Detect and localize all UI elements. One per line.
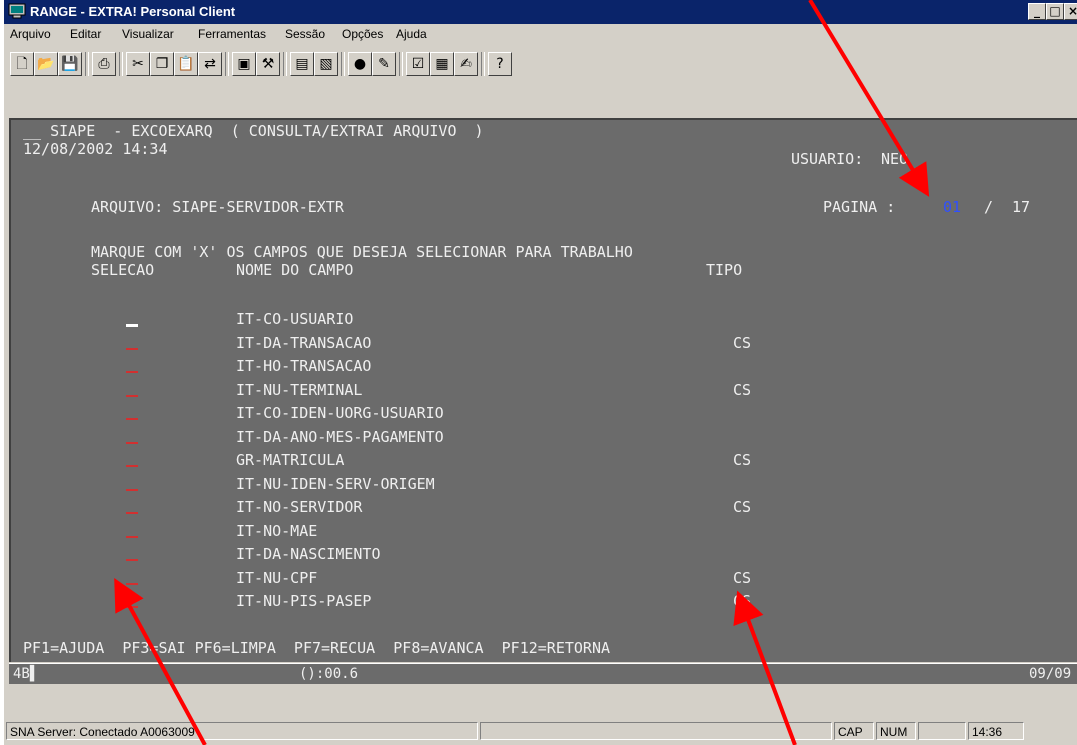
- field-name: IT-HO-TRANSACAO: [236, 357, 372, 375]
- pagina-separator: /: [984, 198, 994, 216]
- emulator-window: RANGE - EXTRA! Personal Client _ □ × Arq…: [4, 0, 1077, 745]
- pagina-total: 17: [1012, 198, 1031, 216]
- signature-icon[interactable]: ✍: [454, 52, 478, 76]
- field-name: IT-NU-PIS-PASEP: [236, 592, 372, 610]
- column-selecao: SELECAO: [91, 261, 155, 279]
- menu-visualizar[interactable]: Visualizar: [122, 27, 174, 41]
- status-panel-empty: [918, 722, 966, 740]
- selection-field[interactable]: [126, 559, 138, 561]
- cap-indicator: CAP: [834, 722, 874, 740]
- transfer-icon[interactable]: ⇄: [198, 52, 222, 76]
- field-name: GR-MATRICULA: [236, 451, 345, 469]
- menu-arquivo[interactable]: Arquivo: [10, 27, 51, 41]
- menu-ferramentas[interactable]: Ferramentas: [198, 27, 266, 41]
- cut-icon[interactable]: ✂: [126, 52, 150, 76]
- selection-field[interactable]: [126, 535, 138, 538]
- folder-tools-icon[interactable]: ▣: [232, 52, 256, 76]
- document-icon[interactable]: ▧: [314, 52, 338, 76]
- field-name: IT-NU-TERMINAL: [236, 380, 363, 399]
- open-folder-icon[interactable]: 📂: [34, 52, 58, 76]
- oia-line: 4B▌ ():00.6 09/09: [9, 663, 1077, 684]
- column-tipo: TIPO: [706, 261, 743, 279]
- menu-editar[interactable]: Editar: [70, 27, 101, 41]
- toolbar-separator: [481, 52, 485, 76]
- form-icon[interactable]: ☑: [406, 52, 430, 76]
- function-keys: PF1=AJUDA PF3=SAI PF6=LIMPA PF7=RECUA PF…: [23, 639, 610, 657]
- usuario-value: NEO: [881, 150, 909, 168]
- close-icon[interactable]: ×: [1064, 3, 1077, 20]
- screen-header: __ SIAPE - EXCOEXARQ ( CONSULTA/EXTRAI A…: [23, 122, 484, 140]
- title-bar[interactable]: RANGE - EXTRA! Personal Client _ □ ×: [4, 0, 1077, 24]
- field-name: IT-NO-SERVIDOR: [236, 498, 363, 516]
- oia-cursor-position: 09/09: [1029, 666, 1072, 682]
- field-tipo: CS: [733, 380, 752, 399]
- num-indicator: NUM: [876, 722, 916, 740]
- toolbar-separator: [283, 52, 287, 76]
- selection-field[interactable]: [126, 488, 138, 491]
- selection-field[interactable]: [126, 324, 138, 327]
- toolbar: 🗋 📂 💾 ⎙ ✂ ❐ 📋 ⇄ ▣ ⚒ ▤ ▧ ● ✎ ☑ ▦ ✍ ?: [8, 46, 1077, 88]
- record-icon[interactable]: ●: [348, 52, 372, 76]
- help-pointer-icon[interactable]: ?: [488, 52, 512, 76]
- new-file-icon[interactable]: 🗋: [10, 52, 34, 76]
- copy-icon[interactable]: ❐: [150, 52, 174, 76]
- usuario-label: USUARIO:: [791, 150, 864, 168]
- selection-field[interactable]: [126, 512, 138, 514]
- field-name: IT-CO-USUARIO: [236, 310, 354, 328]
- connection-status: SNA Server: Conectado A0063009: [6, 722, 478, 740]
- app-icon: [8, 3, 26, 19]
- maximize-icon[interactable]: □: [1046, 3, 1064, 20]
- pagina-current[interactable]: 01: [943, 198, 961, 216]
- selection-field[interactable]: [126, 606, 138, 608]
- instruction-text: MARQUE COM 'X' OS CAMPOS QUE DESEJA SELE…: [91, 243, 633, 261]
- selection-field[interactable]: [126, 371, 138, 373]
- field-name: IT-CO-IDEN-UORG-USUARIO: [236, 404, 444, 422]
- terminal-screen[interactable]: __ SIAPE - EXCOEXARQ ( CONSULTA/EXTRAI A…: [9, 118, 1077, 662]
- field-tipo: CS: [733, 568, 752, 587]
- menu-sessao[interactable]: Sessão: [285, 27, 325, 41]
- field-name: IT-DA-ANO-MES-PAGAMENTO: [236, 427, 444, 446]
- print-icon[interactable]: ⎙: [92, 52, 116, 76]
- pagina-label: PAGINA :: [823, 198, 896, 216]
- toolbar-separator: [85, 52, 89, 76]
- arquivo-line: ARQUIVO: SIAPE-SERVIDOR-EXTR: [91, 198, 344, 216]
- tools-icon[interactable]: ⚒: [256, 52, 280, 76]
- field-name: IT-NU-CPF: [236, 568, 318, 587]
- selection-field[interactable]: [126, 418, 138, 420]
- selection-field[interactable]: [126, 441, 138, 444]
- field-name: IT-NU-IDEN-SERV-ORIGEM: [236, 474, 435, 493]
- field-name: IT-DA-NASCIMENTO: [236, 545, 381, 563]
- field-name: IT-DA-TRANSACAO: [236, 333, 372, 352]
- clock: 14:36: [968, 722, 1024, 740]
- menu-opcoes[interactable]: Opções: [342, 27, 383, 41]
- column-nome-do-campo: NOME DO CAMPO: [236, 261, 354, 279]
- oia-left: 4B▌: [13, 666, 39, 682]
- toolbar-separator: [225, 52, 229, 76]
- menu-ajuda[interactable]: Ajuda: [396, 27, 427, 41]
- oia-middle: ():00.6: [299, 666, 359, 682]
- paste-icon[interactable]: 📋: [174, 52, 198, 76]
- window-title: RANGE - EXTRA! Personal Client: [30, 4, 236, 19]
- toolbar-separator: [119, 52, 123, 76]
- macro-icon[interactable]: ✎: [372, 52, 396, 76]
- toolbar-separator: [399, 52, 403, 76]
- field-tipo: CS: [733, 592, 752, 610]
- status-bar: SNA Server: Conectado A0063009 CAP NUM 1…: [4, 719, 1077, 745]
- toolbar-separator: [341, 52, 345, 76]
- field-tipo: CS: [733, 498, 752, 516]
- screen-icon[interactable]: ▤: [290, 52, 314, 76]
- selection-field[interactable]: [126, 582, 138, 585]
- form-edit-icon[interactable]: ▦: [430, 52, 454, 76]
- screen-datetime: 12/08/2002 14:34: [23, 140, 168, 158]
- selection-field[interactable]: [126, 394, 138, 397]
- save-icon[interactable]: 💾: [58, 52, 82, 76]
- field-tipo: CS: [733, 333, 752, 352]
- status-panel-empty: [480, 722, 832, 740]
- field-tipo: CS: [733, 451, 752, 469]
- menu-bar: Arquivo Editar Visualizar Ferramentas Se…: [4, 24, 1077, 44]
- selection-field[interactable]: [126, 465, 138, 467]
- selection-field[interactable]: [126, 347, 138, 350]
- field-name: IT-NO-MAE: [236, 521, 318, 540]
- minimize-icon[interactable]: _: [1028, 3, 1046, 20]
